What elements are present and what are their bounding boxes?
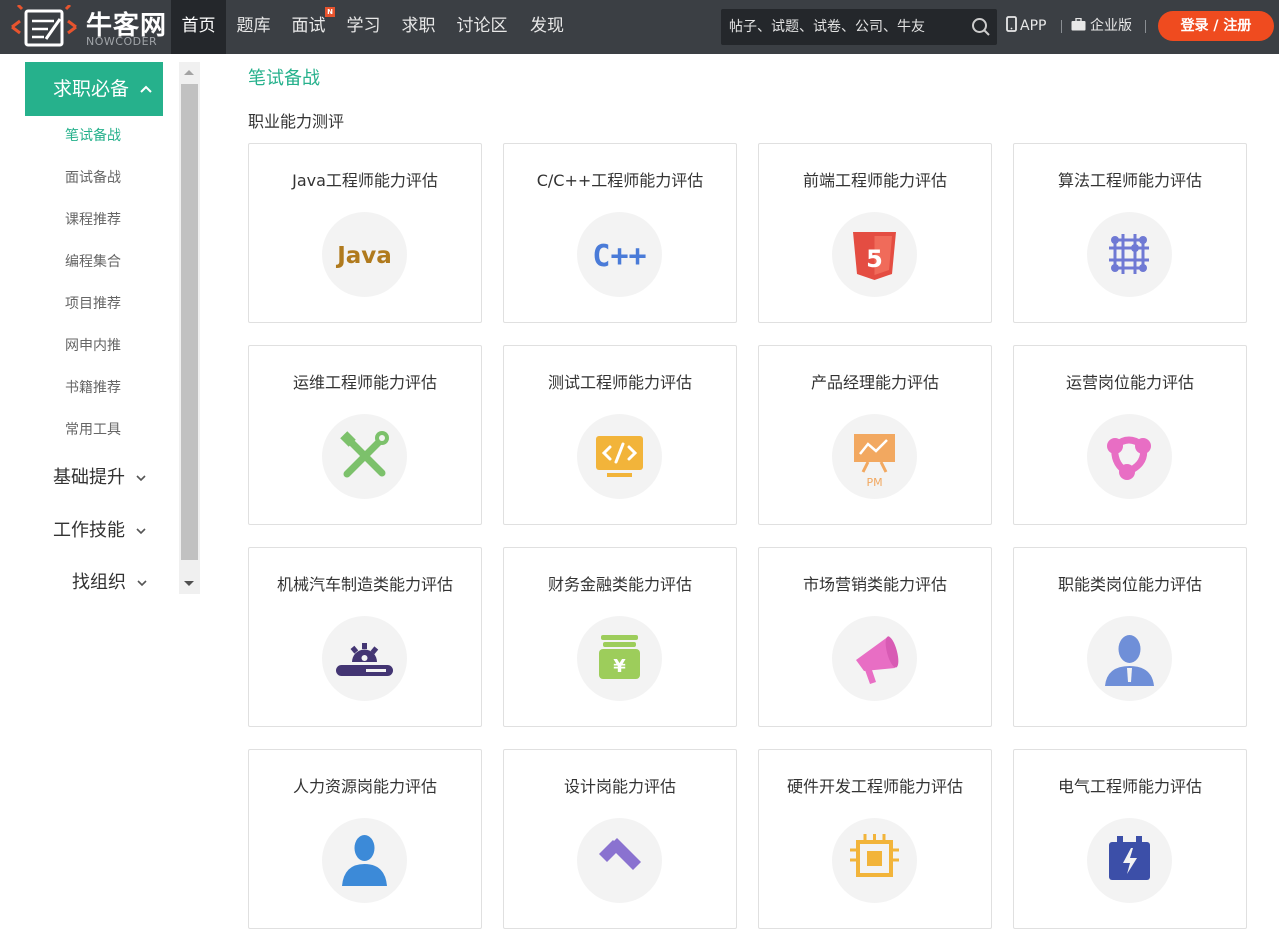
sidebar-item-books[interactable]: 书籍推荐 [65, 378, 121, 398]
chevron-down-icon [136, 528, 146, 535]
assessment-card-pm[interactable]: 产品经理能力评估 PM [758, 345, 992, 525]
battery-icon [1087, 818, 1172, 903]
card-title: C/C++工程师能力评估 [536, 171, 704, 190]
pm-board-icon: PM [832, 414, 917, 499]
sidebar-item-referrals[interactable]: 网申内推 [65, 336, 121, 356]
scroll-down-arrow-icon[interactable] [184, 581, 194, 586]
nav-home[interactable]: 首页 [171, 0, 226, 54]
card-title: 设计岗能力评估 [563, 777, 676, 796]
top-navbar: 牛客网 NOWCODER 首页 题库 面试N 学习 求职 讨论区 发现 APP … [0, 0, 1279, 54]
separator [1145, 20, 1146, 33]
sidebar-group-work-skills[interactable]: 工作技能 [53, 518, 146, 544]
assessment-card-mechanical[interactable]: 机械汽车制造类能力评估 [248, 547, 482, 727]
card-title: 算法工程师能力评估 [1057, 171, 1202, 190]
assessment-card-java[interactable]: Java工程师能力评估 Java [248, 143, 482, 323]
html5-icon: 5 [832, 212, 917, 297]
svg-text:C++: C++ [592, 239, 646, 274]
sidebar-item-written-test[interactable]: 笔试备战 [65, 126, 121, 146]
briefcase-icon [1071, 17, 1086, 31]
assessment-card-operations[interactable]: 运营岗位能力评估 [1013, 345, 1247, 525]
assessment-card-hr[interactable]: 人力资源岗能力评估 [248, 749, 482, 929]
nav-interview[interactable]: 面试 N [281, 0, 336, 54]
assessment-card-functional[interactable]: 职能类岗位能力评估 [1013, 547, 1247, 727]
sidebar-item-courses[interactable]: 课程推荐 [65, 210, 121, 230]
chevron-down-icon [136, 475, 146, 482]
assessment-card-design[interactable]: 设计岗能力评估 [503, 749, 737, 929]
search-box [721, 9, 997, 45]
operation-network-icon [1087, 414, 1172, 499]
nav-question-bank[interactable]: 题库 [226, 0, 281, 54]
card-title: 电气工程师能力评估 [1057, 777, 1202, 796]
card-title: 硬件开发工程师能力评估 [786, 777, 963, 796]
app-link[interactable]: APP [1006, 0, 1046, 54]
tools-icon [322, 414, 407, 499]
assessment-card-finance[interactable]: 财务金融类能力评估 ¥ [503, 547, 737, 727]
java-icon: Java [322, 212, 407, 297]
brand-logo[interactable]: 牛客网 NOWCODER [8, 3, 168, 51]
chevron-down-icon [137, 580, 147, 587]
card-title: 财务金融类能力评估 [547, 575, 692, 594]
sidebar-item-coding[interactable]: 编程集合 [65, 252, 121, 272]
nav-learn[interactable]: 学习 [336, 0, 391, 54]
card-title: 市场营销类能力评估 [802, 575, 947, 594]
sidebar-scrollbar[interactable] [179, 62, 200, 594]
sidebar-item-interview-prep[interactable]: 面试备战 [65, 168, 121, 188]
login-register-button[interactable]: 登录 / 注册 [1158, 11, 1274, 41]
cpp-icon: C++ [577, 212, 662, 297]
new-badge: N [325, 7, 335, 17]
assessment-card-test[interactable]: 测试工程师能力评估 [503, 345, 737, 525]
svg-text:5: 5 [866, 245, 883, 273]
card-title: Java工程师能力评估 [292, 171, 438, 190]
card-title: 人力资源岗能力评估 [292, 777, 437, 796]
phone-icon [1006, 16, 1017, 32]
person-icon [322, 818, 407, 903]
card-title: 产品经理能力评估 [810, 373, 939, 392]
search-icon[interactable] [971, 17, 991, 37]
pm-label: PM [866, 476, 882, 489]
person-tie-icon [1087, 616, 1172, 701]
sidebar-group-career-essentials[interactable]: 求职必备 [25, 62, 163, 116]
nav-jobs[interactable]: 求职 [391, 0, 446, 54]
svg-text:¥: ¥ [613, 656, 626, 677]
card-title: 运维工程师能力评估 [292, 373, 437, 392]
sidebar-item-tools[interactable]: 常用工具 [65, 420, 121, 440]
sidebar-group-basics[interactable]: 基础提升 [53, 465, 146, 491]
algorithm-icon [1087, 212, 1172, 297]
section-title: 职业能力测评 [248, 112, 345, 131]
assessment-card-cpp[interactable]: C/C++工程师能力评估 C++ [503, 143, 737, 323]
svg-text:Java: Java [335, 243, 392, 269]
chevron-up-icon [140, 85, 152, 93]
megaphone-icon [832, 616, 917, 701]
scroll-thumb[interactable] [181, 84, 198, 560]
nowcoder-logo-icon [11, 5, 77, 47]
enterprise-link[interactable]: 企业版 [1071, 0, 1132, 54]
nav-discover[interactable]: 发现 [518, 0, 576, 54]
scroll-up-arrow-icon[interactable] [184, 70, 194, 75]
card-title: 机械汽车制造类能力评估 [276, 575, 453, 594]
card-title: 前端工程师能力评估 [802, 171, 947, 190]
page-title: 笔试备战 [248, 68, 320, 89]
assessment-card-frontend[interactable]: 前端工程师能力评估 5 [758, 143, 992, 323]
chip-icon [832, 818, 917, 903]
brand-subtitle: NOWCODER [86, 35, 158, 48]
gear-machine-icon [322, 616, 407, 701]
assessment-card-electrical[interactable]: 电气工程师能力评估 [1013, 749, 1247, 929]
pencil-icon [577, 818, 662, 903]
search-input[interactable] [729, 15, 965, 39]
nav-discussion[interactable]: 讨论区 [446, 0, 518, 54]
card-title: 运营岗位能力评估 [1065, 373, 1194, 392]
sidebar-item-projects[interactable]: 项目推荐 [65, 294, 121, 314]
money-icon: ¥ [577, 616, 662, 701]
card-title: 测试工程师能力评估 [547, 373, 692, 392]
code-monitor-icon [577, 414, 662, 499]
assessment-card-ops[interactable]: 运维工程师能力评估 [248, 345, 482, 525]
card-title: 职能类岗位能力评估 [1057, 575, 1202, 594]
assessment-card-algorithm[interactable]: 算法工程师能力评估 [1013, 143, 1247, 323]
separator [1061, 20, 1062, 33]
assessment-card-hardware[interactable]: 硬件开发工程师能力评估 [758, 749, 992, 929]
sidebar-group-find-org[interactable]: 找组织 [72, 570, 147, 596]
assessment-card-marketing[interactable]: 市场营销类能力评估 [758, 547, 992, 727]
